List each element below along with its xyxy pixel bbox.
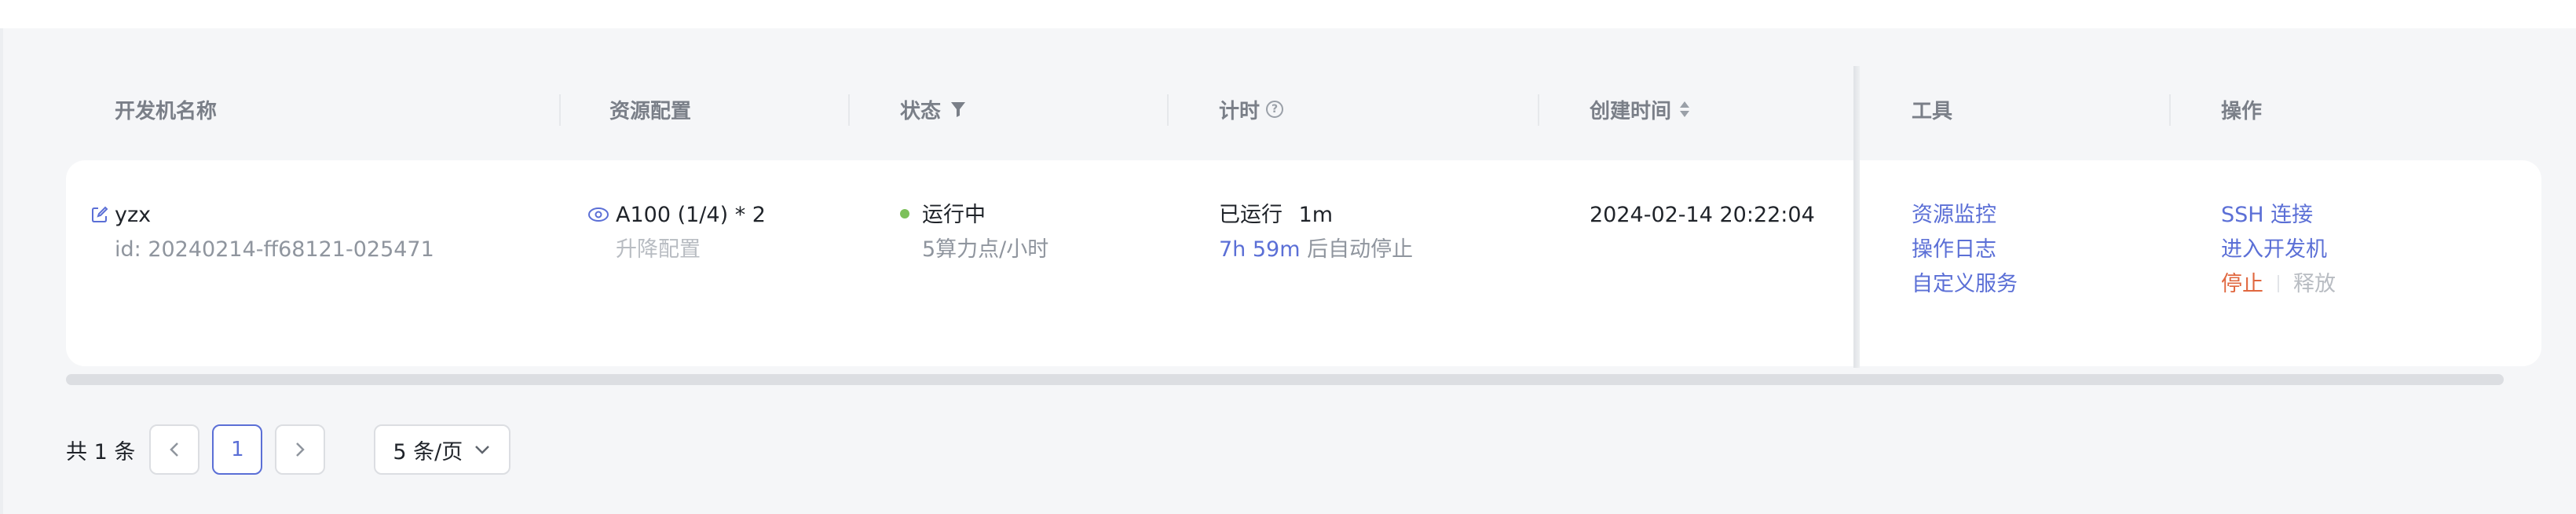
horizontal-scrollbar[interactable] [66, 374, 2504, 385]
pagination: 共 1 条 1 5 条/页 [66, 424, 511, 475]
operation-log-link[interactable]: 操作日志 [1912, 233, 2018, 267]
stop-button[interactable]: 停止 [2221, 272, 2263, 296]
left-border [0, 28, 3, 514]
fixed-column-shadow [1853, 66, 1860, 368]
remaining-time: 7h 59m [1219, 237, 1301, 262]
resource-spec: A100 (1/4) * 2 [616, 203, 766, 227]
page-1-button[interactable]: 1 [212, 424, 263, 475]
col-header-tools: 工具 [1912, 99, 1953, 123]
col-header-name: 开发机名称 [115, 99, 218, 123]
chevron-right-icon [296, 442, 306, 457]
col-divider[interactable] [1538, 94, 1539, 126]
devmachine-name: yzx [115, 203, 152, 227]
col-header-status: 状态 [900, 66, 966, 152]
created-time: 2024-02-14 20:22:04 [1590, 203, 1815, 227]
compute-rate: 5算力点/小时 [922, 237, 1049, 262]
running-time: 1m [1298, 203, 1334, 227]
upgrade-config-link[interactable]: 升降配置 [587, 233, 766, 267]
prev-page-button[interactable] [149, 424, 200, 475]
chevron-left-icon [170, 442, 179, 457]
status-text: 运行中 [922, 203, 986, 227]
col-divider[interactable] [1167, 94, 1169, 126]
timer-cell: 已运行 1m 7h 59m 后自动停止 [1219, 198, 1413, 267]
ssh-connect-link[interactable]: SSH 连接 [2221, 198, 2336, 233]
release-button[interactable]: 释放 [2293, 272, 2336, 296]
resource-cell: A100 (1/4) * 2 升降配置 [587, 198, 766, 267]
enter-devmachine-link[interactable]: 进入开发机 [2221, 233, 2336, 267]
tools-cell: 资源监控 操作日志 自定义服务 [1912, 198, 2018, 302]
col-divider[interactable] [559, 94, 561, 126]
running-label: 已运行 [1219, 203, 1283, 227]
auto-stop-text: 后自动停止 [1307, 237, 1414, 262]
top-bar [0, 0, 2576, 28]
table-header: 开发机名称 资源配置 状态 计时 ? 创建时间 工具 操作 [66, 66, 2541, 152]
actions-cell: SSH 连接 进入开发机 停止 释放 [2221, 198, 2336, 302]
eye-icon[interactable] [587, 206, 609, 223]
devmachine-id: id: 20240214-ff68121-025471 [115, 237, 434, 262]
col-header-timer: 计时 ? [1219, 66, 1284, 152]
action-divider [2278, 274, 2279, 292]
resource-monitor-link[interactable]: 资源监控 [1912, 198, 2018, 233]
chevron-down-icon [475, 446, 490, 454]
status-running-dot [900, 208, 909, 218]
page-size-select[interactable]: 5 条/页 [374, 424, 511, 475]
edit-icon[interactable] [91, 206, 108, 223]
next-page-button[interactable] [275, 424, 326, 475]
page-size-value: 5 条/页 [393, 439, 463, 464]
help-icon[interactable]: ? [1266, 101, 1284, 118]
col-header-actions: 操作 [2221, 99, 2263, 123]
total-count: 共 1 条 [66, 439, 136, 464]
col-header-resource: 资源配置 [609, 99, 692, 123]
custom-service-link[interactable]: 自定义服务 [1912, 267, 2018, 302]
filter-icon[interactable] [950, 101, 966, 118]
devmachine-name-cell: yzx id: 20240214-ff68121-025471 [91, 198, 434, 267]
col-divider[interactable] [2169, 94, 2171, 126]
sort-icon[interactable] [1679, 99, 1690, 119]
table-row: yzx id: 20240214-ff68121-025471 A100 (1/… [66, 160, 2541, 366]
col-header-created[interactable]: 创建时间 [1590, 66, 1690, 152]
col-divider[interactable] [848, 94, 850, 126]
status-cell: 运行中 5算力点/小时 [900, 198, 1048, 267]
